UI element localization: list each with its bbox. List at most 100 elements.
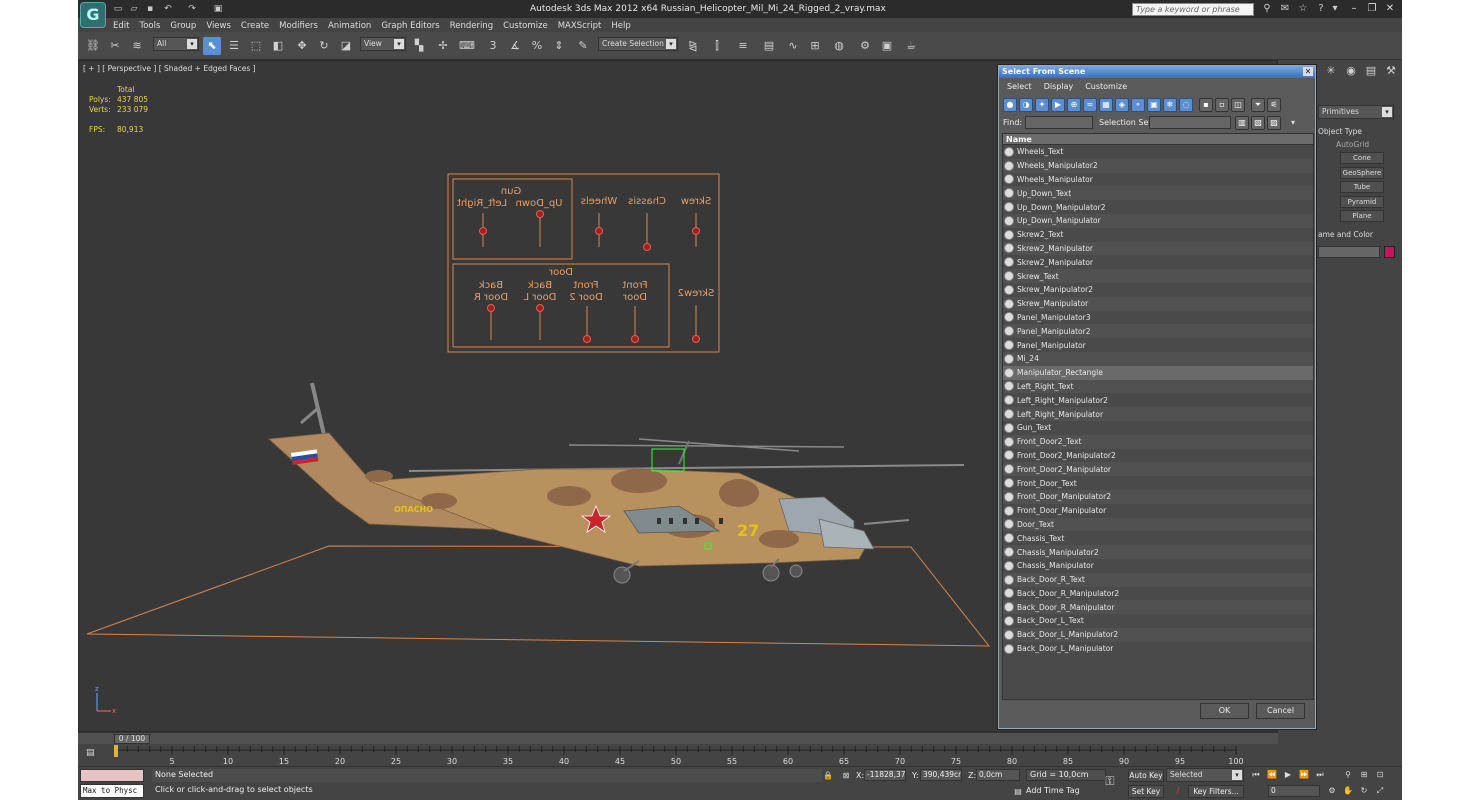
list-item[interactable]: Back_Door_R_Text — [1003, 572, 1313, 587]
find-input[interactable] — [1025, 116, 1093, 129]
menu-maxscript[interactable]: MAXScript — [553, 18, 607, 32]
name-column-header[interactable]: Name — [1003, 134, 1313, 145]
previous-frame-icon[interactable]: ⏪ — [1266, 769, 1278, 781]
utilities-tab-icon[interactable]: ⚒ — [1382, 62, 1400, 80]
dialog-title[interactable]: Select From Scene — [999, 66, 1315, 78]
list-item[interactable]: Front_Door_Text — [1003, 476, 1313, 490]
list-item[interactable]: Back_Door_L_Text — [1003, 614, 1313, 628]
material-editor-icon[interactable]: ◍ — [830, 37, 848, 55]
ok-button[interactable]: OK — [1200, 703, 1249, 719]
select-all-icon[interactable]: ▥ — [1235, 116, 1249, 130]
list-item[interactable]: Left_Right_Manipulator — [1003, 407, 1313, 421]
zoom-extents-icon[interactable]: ⊡ — [1374, 769, 1386, 781]
list-item[interactable]: Panel_Manipulator2 — [1003, 324, 1313, 339]
time-tag-icon[interactable]: ▤ — [1012, 786, 1024, 798]
maximize-viewport-icon[interactable]: ⤢ — [1374, 785, 1386, 797]
chassis-slider[interactable] — [643, 213, 651, 251]
list-item[interactable]: Chassis_Manipulator2 — [1003, 545, 1313, 559]
skrew2-slider[interactable] — [692, 305, 700, 343]
time-slider[interactable]: 0 / 100 — [78, 732, 1278, 744]
named-selection-sets-dropdown[interactable]: Create Selection Se ▾ — [598, 37, 678, 51]
list-item[interactable]: Front_Door2_Manipulator — [1003, 462, 1313, 477]
unlink-icon[interactable]: ✂ — [106, 37, 124, 55]
list-options-chevron-icon[interactable]: ▾ — [1291, 118, 1295, 127]
menu-views[interactable]: Views — [201, 18, 236, 32]
list-item[interactable]: Front_Door_Manipulator — [1003, 504, 1313, 518]
list-item[interactable]: Left_Right_Text — [1003, 379, 1313, 394]
rectangular-selection-icon[interactable]: ⬚ — [247, 37, 265, 55]
render-production-icon[interactable]: ☕ — [902, 37, 920, 55]
reference-coordinate-dropdown[interactable]: View ▾ — [360, 37, 406, 51]
plane-button[interactable]: Plane — [1340, 210, 1384, 222]
menu-create[interactable]: Create — [236, 18, 274, 32]
close-button[interactable]: ✕ — [1382, 2, 1398, 16]
curve-editor-icon[interactable]: ∿ — [784, 37, 802, 55]
display-shapes-icon[interactable]: ◑ — [1019, 98, 1033, 112]
menu-customize[interactable]: Customize — [498, 18, 553, 32]
select-move-icon[interactable]: ✥ — [293, 37, 311, 55]
save-file-icon[interactable]: ▪ — [144, 3, 156, 15]
display-lights-icon[interactable]: ✦ — [1035, 98, 1049, 112]
y-coordinate-field[interactable]: 390,439cm — [920, 769, 962, 781]
keyboard-shortcut-icon[interactable]: ⌨ — [458, 37, 476, 55]
list-item[interactable]: Back_Door_R_Manipulator — [1003, 600, 1313, 615]
manipulator-rectangle[interactable] — [86, 545, 991, 647]
back-door-l-slider[interactable] — [536, 304, 544, 341]
list-item[interactable]: Left_Right_Manipulator2 — [1003, 393, 1313, 407]
dialog-menu-display[interactable]: Display — [1044, 82, 1074, 91]
communication-center-icon[interactable]: ✉ — [1278, 2, 1292, 16]
list-item[interactable]: Back_Door_L_Manipulator2 — [1003, 627, 1313, 642]
angle-snap-icon[interactable]: ∡ — [506, 37, 524, 55]
list-item[interactable]: Back_Door_R_Manipulator2 — [1003, 587, 1313, 601]
bind-space-warp-icon[interactable]: ≋ — [128, 37, 146, 55]
front-door-slider[interactable] — [631, 306, 639, 343]
current-frame-field[interactable]: 0 — [1268, 785, 1320, 797]
zoom-icon[interactable]: ⚲ — [1342, 769, 1354, 781]
display-none-icon[interactable]: ▫ — [1215, 98, 1229, 112]
pan-icon[interactable]: ✋ — [1342, 785, 1354, 797]
list-item[interactable]: Door_Text — [1003, 517, 1313, 532]
go-to-start-icon[interactable]: ⏮ — [1250, 769, 1262, 781]
cancel-button[interactable]: Cancel — [1256, 703, 1305, 719]
mirror-icon[interactable]: ⧎ — [684, 37, 702, 55]
time-slider-thumb[interactable]: 0 / 100 — [114, 734, 150, 744]
next-frame-icon[interactable]: ⏩ — [1298, 769, 1310, 781]
rendered-frame-window-icon[interactable]: ▣ — [878, 37, 896, 55]
open-mini-curve-editor-icon[interactable]: ▤ — [86, 748, 100, 760]
list-item[interactable]: Front_Door_Manipulator2 — [1003, 489, 1313, 504]
dialog-menu-customize[interactable]: Customize — [1085, 82, 1127, 91]
restore-button[interactable]: ❐ — [1364, 2, 1380, 16]
dialog-menu-select[interactable]: Select — [1007, 82, 1032, 91]
list-item[interactable]: Wheels_Manipulator — [1003, 173, 1313, 187]
current-frame-marker[interactable] — [114, 745, 118, 757]
open-file-icon[interactable]: ▱ — [128, 3, 140, 15]
auto-key-button[interactable]: Auto Key — [1128, 769, 1164, 782]
list-item[interactable]: Skrew_Manipulator — [1003, 296, 1313, 311]
window-crossing-icon[interactable]: ◧ — [269, 37, 287, 55]
autogrid-checkbox[interactable]: AutoGrid — [1336, 140, 1369, 152]
select-invert-icon[interactable]: ▨ — [1267, 116, 1281, 130]
display-all-icon[interactable]: ▪ — [1199, 98, 1213, 112]
list-item[interactable]: Skrew2_Manipulator — [1003, 255, 1313, 269]
back-door-r-slider[interactable] — [487, 304, 495, 341]
redo-icon[interactable]: ↷ — [186, 3, 198, 15]
list-item[interactable]: Up_Down_Manipulator2 — [1003, 200, 1313, 214]
list-item[interactable]: Mi_24 — [1003, 351, 1313, 366]
menu-group[interactable]: Group — [165, 18, 201, 32]
select-by-name-icon[interactable]: ☰ — [225, 37, 243, 55]
display-containers-icon[interactable]: ▣ — [1147, 98, 1161, 112]
absolute-mode-icon[interactable]: ⊠ — [840, 770, 852, 782]
selection-set-dropdown[interactable] — [1149, 116, 1231, 129]
list-item[interactable]: Skrew_Text — [1003, 269, 1313, 283]
primitives-dropdown[interactable]: Primitives ▾ — [1318, 105, 1394, 119]
menu-rendering[interactable]: Rendering — [445, 18, 498, 32]
graphite-ribbon-icon[interactable]: ▤ — [760, 37, 778, 55]
time-configuration-icon[interactable]: ⚙ — [1326, 785, 1338, 797]
left-right-slider[interactable] — [479, 213, 487, 247]
schematic-view-icon[interactable]: ⊞ — [806, 37, 824, 55]
go-to-end-icon[interactable]: ⏭ — [1314, 769, 1326, 781]
display-hidden-icon[interactable]: ◌ — [1179, 98, 1193, 112]
list-item[interactable]: Back_Door_L_Manipulator — [1003, 642, 1313, 656]
track-bar[interactable]: 5 10 15 20 25 30 35 40 45 50 55 60 65 70 75 80 85 90 95 100… — [78, 744, 1278, 766]
list-item[interactable]: Up_Down_Manipulator — [1003, 213, 1313, 228]
